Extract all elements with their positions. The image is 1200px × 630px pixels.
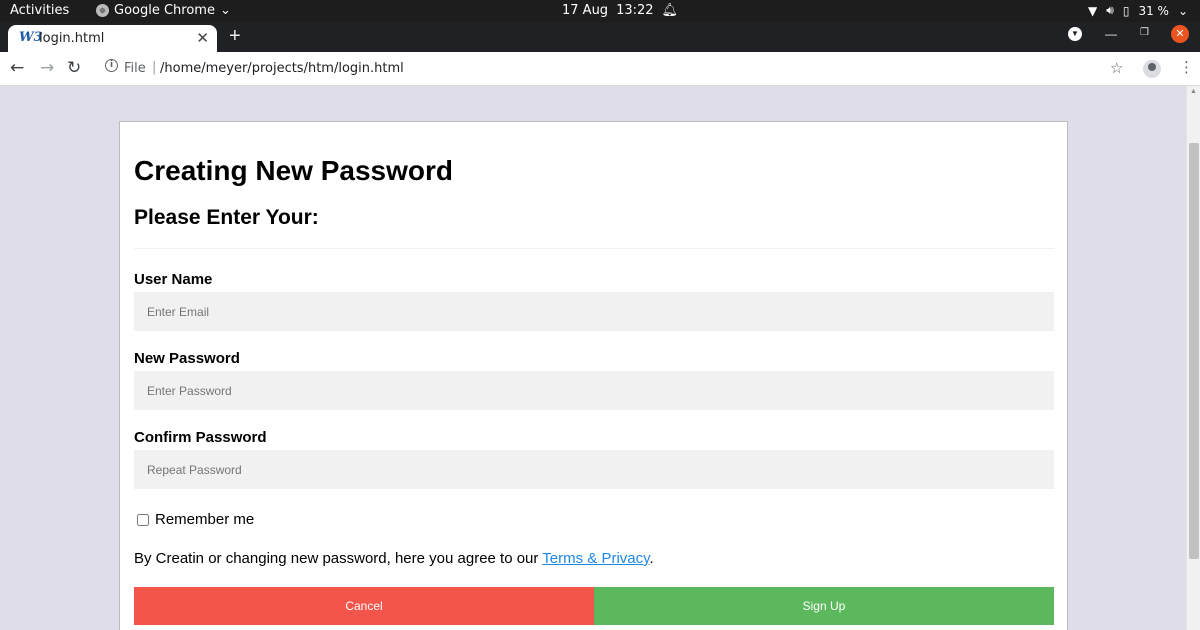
scroll-up-icon[interactable]: ▲ — [1190, 88, 1197, 95]
page-subtitle: Please Enter Your: — [134, 206, 319, 229]
forward-icon[interactable]: → — [40, 58, 54, 78]
tab-strip: W3 login.html ✕ + ▼ — ❐ ✕ — [0, 22, 1200, 52]
chevron-down-icon: ⌄ — [1177, 3, 1188, 18]
reload-icon[interactable]: ↻ — [67, 58, 81, 78]
menu-kebab-icon[interactable]: ⋮ — [1179, 58, 1194, 76]
battery-percent: 31 % — [1138, 3, 1169, 18]
address-bar[interactable]: i File | /home/meyer/projects/htm/login.… — [100, 56, 1140, 82]
remember-me-row[interactable]: Remember me — [137, 511, 254, 528]
confirm-password-input[interactable] — [134, 450, 1054, 489]
page-scrollbar[interactable]: ▲ — [1186, 86, 1200, 630]
clock[interactable]: 17 Aug 13:22 🔔︎ — [562, 3, 678, 18]
remember-me-label: Remember me — [155, 511, 255, 528]
wifi-icon: ▼ — [1088, 3, 1098, 18]
url-separator: | — [152, 60, 157, 75]
activities-button[interactable]: Activities — [10, 3, 69, 18]
terms-prefix: By Creatin or changing new password, her… — [134, 550, 543, 567]
scrollbar-thumb[interactable] — [1189, 143, 1199, 559]
profile-avatar-icon[interactable] — [1143, 60, 1161, 78]
signup-button[interactable]: Sign Up — [594, 587, 1054, 625]
maximize-icon[interactable]: ❐ — [1140, 27, 1149, 38]
tab-search-icon[interactable]: ▼ — [1068, 27, 1082, 41]
url-text[interactable]: /home/meyer/projects/htm/login.html — [160, 61, 404, 76]
browser-toolbar: ← → ↻ i File | /home/meyer/projects/htm/… — [0, 52, 1200, 86]
remember-me-checkbox[interactable] — [137, 513, 149, 526]
terms-privacy-link[interactable]: Terms & Privacy — [542, 550, 649, 567]
cancel-button[interactable]: Cancel — [134, 587, 594, 625]
new-password-input[interactable] — [134, 371, 1054, 410]
system-status-menu[interactable]: ▼ 🔊︎ ▯ 31 % ⌄ — [1088, 3, 1188, 18]
app-menu[interactable]: Google Chrome ⌄ — [96, 3, 231, 18]
new-password-label: New Password — [134, 350, 240, 367]
close-window-icon[interactable]: ✕ — [1171, 25, 1189, 43]
system-top-bar: Activities Google Chrome ⌄ 17 Aug 13:22 … — [0, 0, 1200, 22]
new-tab-icon[interactable]: + — [229, 25, 241, 48]
time-text: 13:22 — [616, 3, 654, 18]
battery-icon: ▯ — [1122, 3, 1130, 18]
bookmark-star-icon[interactable]: ☆ — [1110, 59, 1123, 77]
username-input[interactable] — [134, 292, 1054, 331]
terms-text: By Creatin or changing new password, her… — [134, 550, 654, 567]
terms-suffix: . — [649, 550, 654, 567]
close-tab-icon[interactable]: ✕ — [196, 29, 209, 47]
tab-title: login.html — [39, 31, 105, 46]
info-icon[interactable]: i — [105, 59, 118, 72]
chevron-down-icon: ⌄ — [219, 3, 231, 18]
tab-login[interactable]: W3 login.html ✕ — [8, 25, 217, 52]
volume-icon: 🔊︎ — [1106, 3, 1114, 17]
username-label: User Name — [134, 271, 213, 288]
divider — [134, 248, 1054, 249]
confirm-password-label: Confirm Password — [134, 429, 267, 446]
app-name: Google Chrome — [114, 3, 215, 18]
minimize-icon[interactable]: — — [1105, 27, 1117, 41]
url-scheme: File — [124, 61, 146, 76]
password-form-card: Creating New Password Please Enter Your:… — [119, 121, 1068, 630]
alarm-icon: 🔔︎ — [661, 3, 679, 18]
page-title: Creating New Password — [134, 155, 453, 186]
date-text: 17 Aug — [562, 3, 609, 18]
back-icon[interactable]: ← — [10, 58, 24, 78]
chrome-icon — [96, 4, 109, 17]
